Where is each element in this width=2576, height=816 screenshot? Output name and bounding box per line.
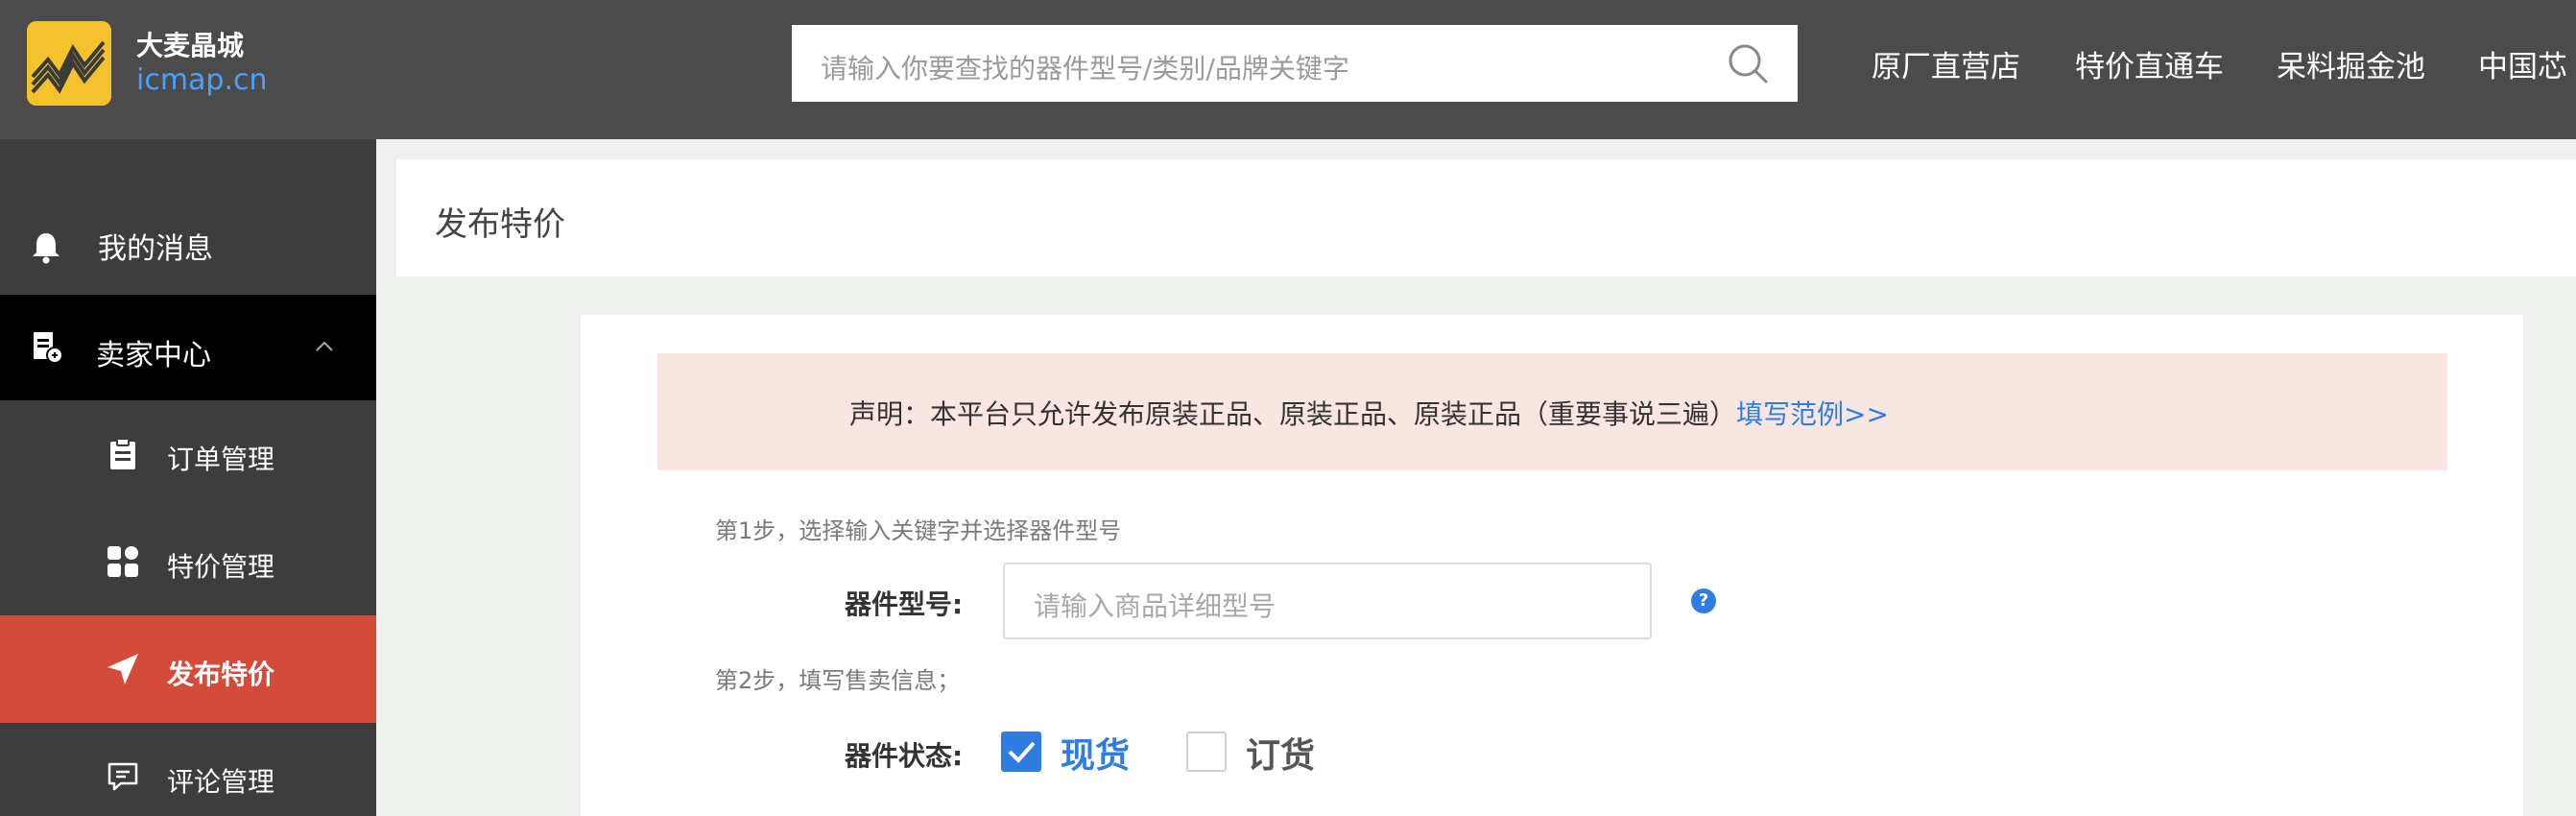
brand-logo[interactable] <box>27 21 111 106</box>
order-label[interactable]: 订货 <box>1246 728 1315 778</box>
part-number-placeholder: 请输入商品详细型号 <box>1034 590 1276 622</box>
sidebar-item-label: 评论管理 <box>167 766 275 798</box>
example-link[interactable]: 填写范例>> <box>1736 398 1889 430</box>
search-input[interactable]: 请输入你要查找的器件型号/类别/品牌关键字 <box>821 48 1349 86</box>
brand-url[interactable]: icmap.cn <box>136 63 268 97</box>
sidebar-item-publish-special[interactable]: 发布特价 <box>0 615 376 723</box>
notice-banner: 声明：本平台只允许发布原装正品、原装正品、原装正品（重要事说三遍）填写范例>> <box>657 353 2447 470</box>
part-status-label: 器件状态: <box>845 740 964 772</box>
nav-link-factory-store[interactable]: 原厂直营店 <box>1872 42 2020 85</box>
top-bar: 大麦晶城 icmap.cn 请输入你要查找的器件型号/类别/品牌关键字 原厂直营… <box>0 0 2576 139</box>
search-box[interactable]: 请输入你要查找的器件型号/类别/品牌关键字 <box>792 25 1798 102</box>
sidebar-item-comments[interactable]: 评论管理 <box>0 723 376 816</box>
step2-text: 第2步，填写售卖信息； <box>715 667 961 694</box>
sidebar-group-seller-center[interactable]: 卖家中心 <box>0 295 376 400</box>
grid-icon <box>107 546 138 577</box>
part-number-label: 器件型号: <box>845 588 964 620</box>
sidebar: 我的消息 卖家中心 订单管理 特价管理 发布特价 评论管理 <box>0 139 376 816</box>
search-icon[interactable] <box>1727 42 1769 84</box>
bell-icon <box>33 233 60 264</box>
checkbox-order[interactable] <box>1186 732 1227 772</box>
clipboard-icon <box>110 438 135 469</box>
notice-text: 声明：本平台只允许发布原装正品、原装正品、原装正品（重要事说三遍）填写范例>> <box>849 398 1889 430</box>
page-title: 发布特价 <box>435 205 565 244</box>
check-icon <box>1008 741 1036 763</box>
nav-link-china-chip[interactable]: 中国芯 <box>2478 42 2567 85</box>
help-icon[interactable]: ? <box>1691 588 1716 613</box>
seller-doc-icon <box>34 332 63 364</box>
sidebar-item-messages[interactable]: 我的消息 <box>0 139 376 266</box>
part-number-input[interactable]: 请输入商品详细型号 <box>1003 563 1652 639</box>
sidebar-item-label: 特价管理 <box>167 551 275 583</box>
sidebar-item-label: 卖家中心 <box>96 339 211 372</box>
step1-text: 第1步，选择输入关键字并选择器件型号 <box>715 517 1122 544</box>
comment-icon <box>107 762 138 791</box>
checkbox-in-stock[interactable] <box>1001 732 1041 772</box>
paper-plane-icon <box>107 654 138 684</box>
page-header: 发布特价 <box>396 159 2576 276</box>
chevron-up-icon[interactable] <box>315 339 334 352</box>
sidebar-item-label: 订单管理 <box>167 444 275 475</box>
in-stock-label[interactable]: 现货 <box>1061 728 1130 778</box>
nav-link-special-offer[interactable]: 特价直通车 <box>2075 42 2224 85</box>
sidebar-item-orders[interactable]: 订单管理 <box>0 400 376 508</box>
brand-name: 大麦晶城 <box>136 30 245 61</box>
nav-link-surplus-pool[interactable]: 呆料掘金池 <box>2277 42 2425 85</box>
sidebar-item-label: 我的消息 <box>98 232 213 266</box>
sidebar-item-special-manage[interactable]: 特价管理 <box>0 508 376 615</box>
sidebar-item-label: 发布特价 <box>167 659 275 690</box>
